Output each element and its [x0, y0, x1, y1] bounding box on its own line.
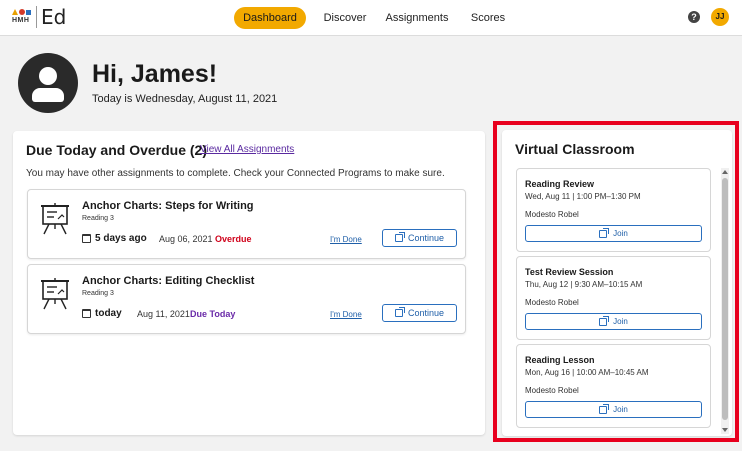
hmh-logo[interactable]: HMH: [12, 5, 36, 27]
join-button[interactable]: Join: [525, 225, 702, 242]
external-link-icon: [599, 227, 610, 238]
assignment-program: Reading 3: [82, 215, 114, 222]
brand-name: Ed: [41, 5, 67, 29]
assignment-due-date: Aug 11, 2021: [137, 309, 190, 319]
join-button[interactable]: Join: [525, 401, 702, 418]
im-done-link[interactable]: I'm Done: [330, 310, 362, 319]
greeting-title: Hi, James!: [92, 60, 218, 88]
external-link-icon: [599, 403, 610, 414]
logo-divider: [36, 6, 37, 28]
nav-assignments[interactable]: Assignments: [382, 7, 452, 29]
virtual-classroom-panel: Virtual Classroom Reading Review Wed, Au…: [502, 130, 732, 436]
continue-label: Continue: [407, 233, 445, 243]
assignment-program: Reading 3: [82, 290, 114, 297]
due-today-panel: Due Today and Overdue (2) View All Assig…: [13, 131, 485, 435]
view-all-assignments-link[interactable]: View All Assignments: [200, 144, 294, 155]
session-time: Thu, Aug 12 | 9:30 AM–10:15 AM: [525, 280, 643, 289]
today-date: Today is Wednesday, August 11, 2021: [92, 93, 278, 105]
help-icon[interactable]: ?: [688, 11, 700, 23]
assignment-relative-date: today: [95, 308, 122, 319]
calendar-icon: [82, 234, 91, 243]
external-link-icon: [394, 307, 405, 317]
profile-avatar-icon: [18, 53, 78, 113]
session-title: Reading Lesson: [525, 355, 595, 365]
assignment-card[interactable]: Anchor Charts: Steps for Writing Reading…: [27, 189, 466, 259]
session-teacher: Modesto Robel: [525, 210, 579, 219]
virtual-classroom-title: Virtual Classroom: [515, 141, 635, 157]
session-card: Reading Review Wed, Aug 11 | 1:00 PM–1:3…: [516, 168, 711, 252]
assignment-due-date: Aug 06, 2021: [159, 234, 213, 244]
assignment-title[interactable]: Anchor Charts: Steps for Writing: [82, 200, 254, 212]
session-time: Wed, Aug 11 | 1:00 PM–1:30 PM: [525, 192, 641, 201]
join-label: Join: [613, 405, 628, 414]
session-card: Test Review Session Thu, Aug 12 | 9:30 A…: [516, 256, 711, 340]
continue-button[interactable]: Continue: [382, 229, 457, 247]
session-title: Reading Review: [525, 179, 595, 189]
logo-shapes-icon: [12, 5, 36, 15]
session-time: Mon, Aug 16 | 10:00 AM–10:45 AM: [525, 368, 649, 377]
im-done-link[interactable]: I'm Done: [330, 235, 362, 244]
logo-text: HMH: [12, 17, 30, 24]
external-link-icon: [599, 315, 610, 326]
easel-chart-icon: [41, 203, 69, 235]
join-label: Join: [613, 229, 628, 238]
scroll-up-icon[interactable]: [722, 170, 728, 174]
due-today-status: Due Today: [190, 309, 236, 319]
join-button[interactable]: Join: [525, 313, 702, 330]
top-bar: HMH Ed Dashboard Discover Assignments Sc…: [0, 0, 742, 36]
session-teacher: Modesto Robel: [525, 386, 579, 395]
overdue-status: Overdue: [215, 234, 252, 244]
session-scrollbar[interactable]: [721, 168, 729, 434]
nav-scores[interactable]: Scores: [465, 7, 511, 29]
nav-discover[interactable]: Discover: [314, 7, 376, 29]
session-title: Test Review Session: [525, 267, 614, 277]
scroll-down-icon[interactable]: [722, 428, 728, 432]
user-avatar[interactable]: JJ: [711, 8, 729, 26]
assignment-relative-date: 5 days ago: [95, 233, 147, 244]
continue-button[interactable]: Continue: [382, 304, 457, 322]
external-link-icon: [394, 232, 405, 242]
session-teacher: Modesto Robel: [525, 298, 579, 307]
assignment-title[interactable]: Anchor Charts: Editing Checklist: [82, 275, 254, 287]
calendar-icon: [82, 309, 91, 318]
nav-dashboard[interactable]: Dashboard: [234, 7, 306, 29]
join-label: Join: [613, 317, 628, 326]
assignment-card[interactable]: Anchor Charts: Editing Checklist Reading…: [27, 264, 466, 334]
connected-programs-note: You may have other assignments to comple…: [26, 168, 445, 179]
easel-chart-icon: [41, 278, 69, 310]
scroll-thumb[interactable]: [722, 178, 728, 420]
session-card: Reading Lesson Mon, Aug 16 | 10:00 AM–10…: [516, 344, 711, 428]
due-panel-title: Due Today and Overdue (2): [26, 142, 207, 158]
continue-label: Continue: [407, 308, 445, 318]
